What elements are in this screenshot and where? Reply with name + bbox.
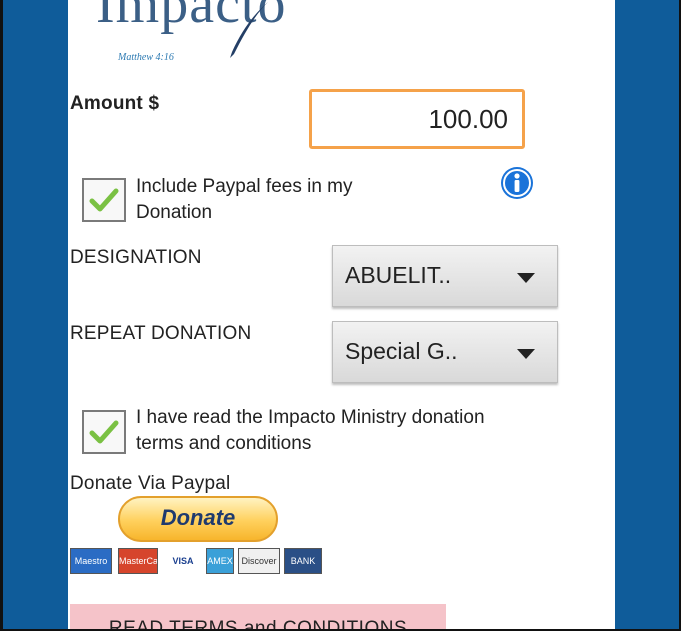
repeat-donation-value: Special G.. (345, 338, 458, 364)
amount-input[interactable] (309, 89, 525, 149)
read-terms-button[interactable]: READ TERMS and CONDITIONS (70, 604, 446, 629)
include-fees-checkbox[interactable] (82, 178, 126, 222)
designation-select[interactable]: ABUELIT.. (332, 245, 558, 307)
impacto-logo: Impacto Matthew 4:16 (88, 0, 308, 72)
donate-via-paypal-label: Donate Via Paypal (70, 473, 231, 494)
include-fees-label: Include Paypal fees in my Donation (136, 174, 353, 226)
terms-label-line1: I have read the Impacto Ministry donatio… (136, 407, 485, 428)
designation-label: DESIGNATION (70, 247, 202, 268)
include-fees-label-line1: Include Paypal fees in my (136, 176, 353, 197)
info-icon[interactable] (500, 166, 534, 200)
include-fees-label-line2: Donation (136, 202, 213, 223)
checkmark-icon (89, 188, 119, 212)
repeat-donation-label: REPEAT DONATION (70, 323, 252, 344)
designation-value: ABUELIT.. (345, 262, 452, 288)
amex-logo: AMEX (206, 548, 234, 574)
donation-form: Impacto Matthew 4:16 Amount $ Include Pa… (68, 0, 615, 629)
caret-down-icon (517, 349, 535, 359)
checkmark-icon (89, 420, 119, 444)
visa-logo: VISA (164, 548, 202, 574)
paypal-donate-button[interactable]: Donate (118, 496, 278, 542)
terms-checkbox[interactable] (82, 410, 126, 454)
caret-down-icon (517, 273, 535, 283)
app-frame: Impacto Matthew 4:16 Amount $ Include Pa… (3, 0, 679, 629)
mastercard-logo: MasterCard (118, 548, 158, 574)
terms-label: I have read the Impacto Ministry donatio… (136, 405, 485, 457)
maestro-logo: Maestro (70, 548, 112, 574)
repeat-donation-select[interactable]: Special G.. (332, 321, 558, 383)
bank-logo: BANK (284, 548, 322, 574)
amount-label: Amount $ (70, 93, 160, 114)
terms-label-line2: terms and conditions (136, 433, 312, 454)
feather-pen-icon (230, 2, 268, 58)
discover-logo: Discover (238, 548, 280, 574)
logo-verse: Matthew 4:16 (118, 52, 174, 63)
